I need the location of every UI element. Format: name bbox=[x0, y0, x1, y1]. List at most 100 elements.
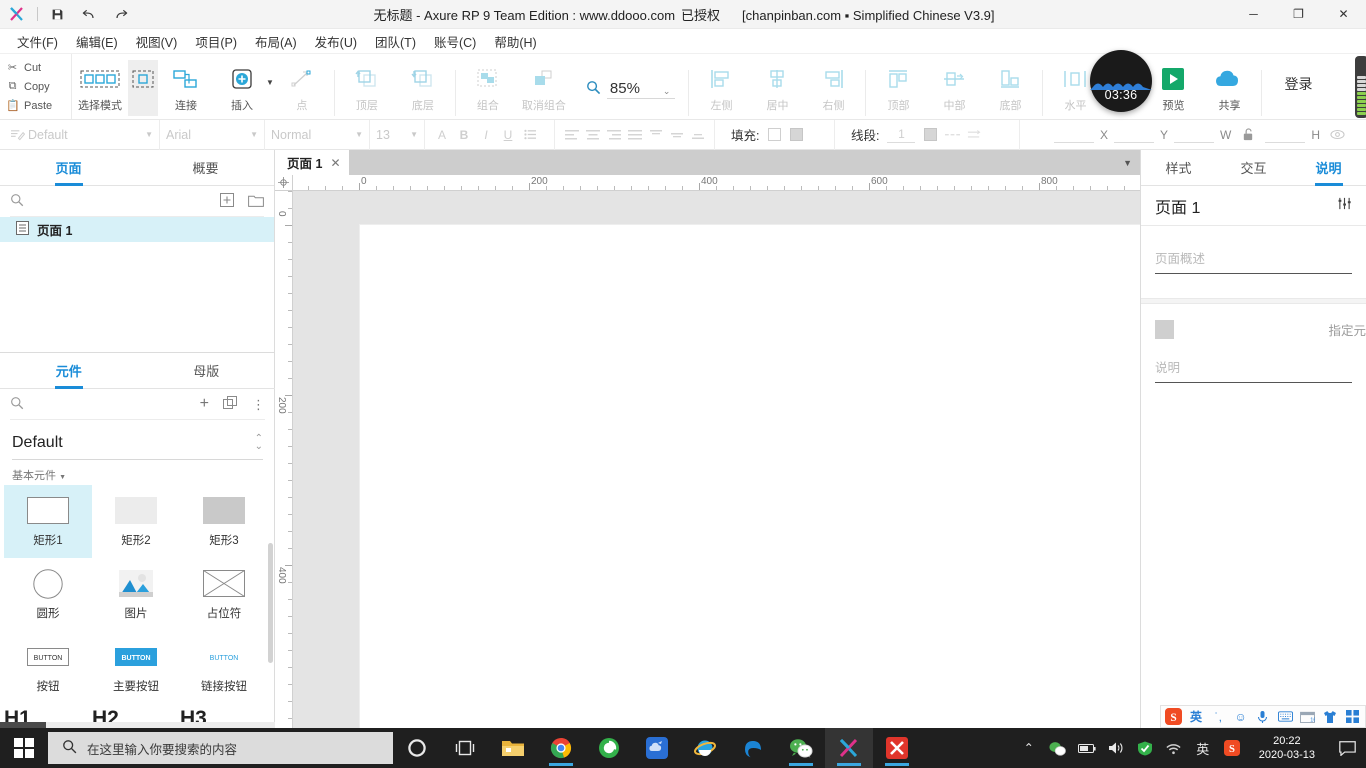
keyboard-icon[interactable] bbox=[1277, 707, 1294, 726]
line-color-swatch[interactable] bbox=[919, 124, 941, 146]
align-middle-button[interactable]: 中部 bbox=[926, 60, 982, 116]
task-view-icon[interactable] bbox=[441, 728, 489, 768]
menu-publish[interactable]: 发布(U) bbox=[306, 28, 366, 55]
line-arrow-button[interactable] bbox=[963, 124, 985, 146]
edge-icon[interactable] bbox=[729, 728, 777, 768]
chrome-icon[interactable] bbox=[537, 728, 585, 768]
select-mode-alt-button[interactable] bbox=[128, 60, 158, 116]
page-overview-field[interactable]: 页面概述 bbox=[1141, 226, 1366, 274]
widget-rectangle2[interactable]: 矩形2 bbox=[92, 485, 180, 558]
pages-search-input[interactable] bbox=[10, 193, 220, 210]
x-input[interactable] bbox=[1053, 127, 1094, 143]
360-shield-icon[interactable] bbox=[1135, 736, 1155, 760]
eye-icon[interactable] bbox=[1326, 124, 1348, 146]
microphone-icon[interactable] bbox=[1254, 707, 1271, 726]
widget-button[interactable]: BUTTON 按钮 bbox=[4, 631, 92, 704]
menu-team[interactable]: 团队(T) bbox=[366, 28, 425, 55]
library-search-input[interactable] bbox=[10, 396, 200, 413]
battery-icon[interactable] bbox=[1077, 736, 1097, 760]
ungroup-button[interactable]: 取消组合 bbox=[516, 60, 572, 116]
cloud-app-icon[interactable] bbox=[633, 728, 681, 768]
valign-top-button[interactable] bbox=[645, 124, 666, 146]
menu-account[interactable]: 账号(C) bbox=[425, 28, 485, 55]
windows-start-icon[interactable] bbox=[0, 728, 48, 768]
folder-icon[interactable] bbox=[248, 193, 264, 210]
tab-notes[interactable]: 说明 bbox=[1291, 150, 1366, 185]
page-overview-input[interactable]: 页面概述 bbox=[1155, 248, 1352, 274]
chevron-down-icon[interactable]: ▼ bbox=[266, 78, 274, 87]
w-input[interactable] bbox=[1174, 127, 1214, 143]
zoom-control[interactable]: 85% ⌄ bbox=[572, 74, 685, 104]
note-input[interactable]: 说明 bbox=[1155, 357, 1352, 383]
grid-apps-icon[interactable] bbox=[1344, 707, 1361, 726]
axure-icon[interactable] bbox=[825, 728, 873, 768]
lock-open-icon[interactable] bbox=[1237, 124, 1259, 146]
widget-primary-button[interactable]: BUTTON 主要按钮 bbox=[92, 631, 180, 704]
internet-explorer-icon[interactable] bbox=[681, 728, 729, 768]
weight-select[interactable]: Normal ▼ bbox=[271, 124, 363, 146]
sogou-logo-icon[interactable]: S bbox=[1165, 707, 1183, 726]
tab-widgets[interactable]: 元件 bbox=[0, 353, 138, 388]
tab-style[interactable]: 样式 bbox=[1141, 150, 1216, 185]
select-mode-button[interactable]: 选择模式 bbox=[72, 60, 128, 116]
ruler-origin[interactable] bbox=[275, 175, 293, 191]
file-explorer-icon[interactable] bbox=[489, 728, 537, 768]
volume-icon[interactable] bbox=[1106, 736, 1126, 760]
h-input[interactable] bbox=[1265, 127, 1306, 143]
duplicate-icon[interactable] bbox=[223, 395, 238, 413]
screen-recorder-widget[interactable]: 03:36 bbox=[1090, 50, 1152, 112]
punctuation-icon[interactable]: ˙, bbox=[1210, 707, 1227, 726]
login-button[interactable]: 登录 bbox=[1266, 74, 1330, 94]
widget-rectangle1[interactable]: 矩形1 bbox=[4, 485, 92, 558]
red-x-app-icon[interactable] bbox=[873, 728, 921, 768]
cut-button[interactable]: ✂ Cut bbox=[6, 59, 71, 76]
ime-english-icon[interactable]: 英 bbox=[1193, 736, 1213, 760]
align-text-right-button[interactable] bbox=[603, 124, 624, 146]
design-page-canvas[interactable] bbox=[360, 225, 1140, 728]
spec-label[interactable]: 指定元 bbox=[1328, 320, 1366, 339]
chevron-down-icon[interactable]: ▼ bbox=[1123, 158, 1132, 168]
align-bottom-button[interactable]: 底部 bbox=[982, 60, 1038, 116]
font-select[interactable]: Arial ▼ bbox=[166, 124, 258, 146]
plus-icon[interactable]: + bbox=[200, 396, 209, 412]
menu-edit[interactable]: 编辑(E) bbox=[67, 28, 127, 55]
share-button[interactable]: 共享 bbox=[1201, 60, 1257, 116]
widget-link-button[interactable]: BUTTON 链接按钮 bbox=[180, 631, 268, 704]
bring-to-front-button[interactable]: 顶层 bbox=[339, 60, 395, 116]
fill-gradient-swatch[interactable] bbox=[785, 124, 807, 146]
close-button[interactable]: ✕ bbox=[1321, 0, 1366, 29]
wechat-icon[interactable] bbox=[777, 728, 825, 768]
tab-pages[interactable]: 页面 bbox=[0, 150, 137, 185]
valign-middle-button[interactable] bbox=[666, 124, 687, 146]
align-text-center-button[interactable] bbox=[582, 124, 603, 146]
preview-button[interactable]: 预览 bbox=[1145, 60, 1201, 116]
undo-icon[interactable] bbox=[73, 0, 105, 28]
vertical-ruler[interactable]: 200 400 0 bbox=[275, 191, 293, 728]
wechat-tray-icon[interactable] bbox=[1048, 736, 1068, 760]
underline-button[interactable]: U bbox=[497, 124, 519, 146]
sogou-tray-icon[interactable]: S bbox=[1222, 736, 1242, 760]
chevron-down-icon[interactable]: ⌄ bbox=[663, 86, 671, 97]
chevron-up-icon[interactable]: ⌃ bbox=[1019, 736, 1039, 760]
widget-circle[interactable]: 圆形 bbox=[4, 558, 92, 631]
more-vertical-icon[interactable]: ⋮ bbox=[252, 398, 265, 411]
insert-button[interactable]: 插入 bbox=[214, 60, 270, 116]
align-right-button[interactable]: 右侧 bbox=[805, 60, 861, 116]
menu-layout[interactable]: 布局(A) bbox=[246, 28, 306, 55]
ime-mode-icon[interactable]: 英 bbox=[1187, 707, 1204, 726]
maximize-button[interactable]: ❐ bbox=[1276, 0, 1321, 29]
group-button[interactable]: 组合 bbox=[460, 60, 516, 116]
library-select[interactable]: Default ⌃ ⌄ bbox=[12, 426, 263, 460]
calendar-16-icon[interactable]: 16 bbox=[1299, 707, 1316, 726]
valign-bottom-button[interactable] bbox=[687, 124, 708, 146]
widget-image[interactable]: 图片 bbox=[92, 558, 180, 631]
sliders-icon[interactable] bbox=[1337, 197, 1352, 215]
align-center-button[interactable]: 居中 bbox=[749, 60, 805, 116]
align-left-button[interactable]: 左侧 bbox=[693, 60, 749, 116]
connect-button[interactable]: 连接 bbox=[158, 60, 214, 116]
send-to-back-button[interactable]: 底层 bbox=[395, 60, 451, 116]
library-scrollbar[interactable] bbox=[268, 543, 273, 663]
menu-view[interactable]: 视图(V) bbox=[127, 28, 187, 55]
tab-interaction[interactable]: 交互 bbox=[1216, 150, 1291, 185]
minimize-button[interactable]: ─ bbox=[1231, 0, 1276, 29]
